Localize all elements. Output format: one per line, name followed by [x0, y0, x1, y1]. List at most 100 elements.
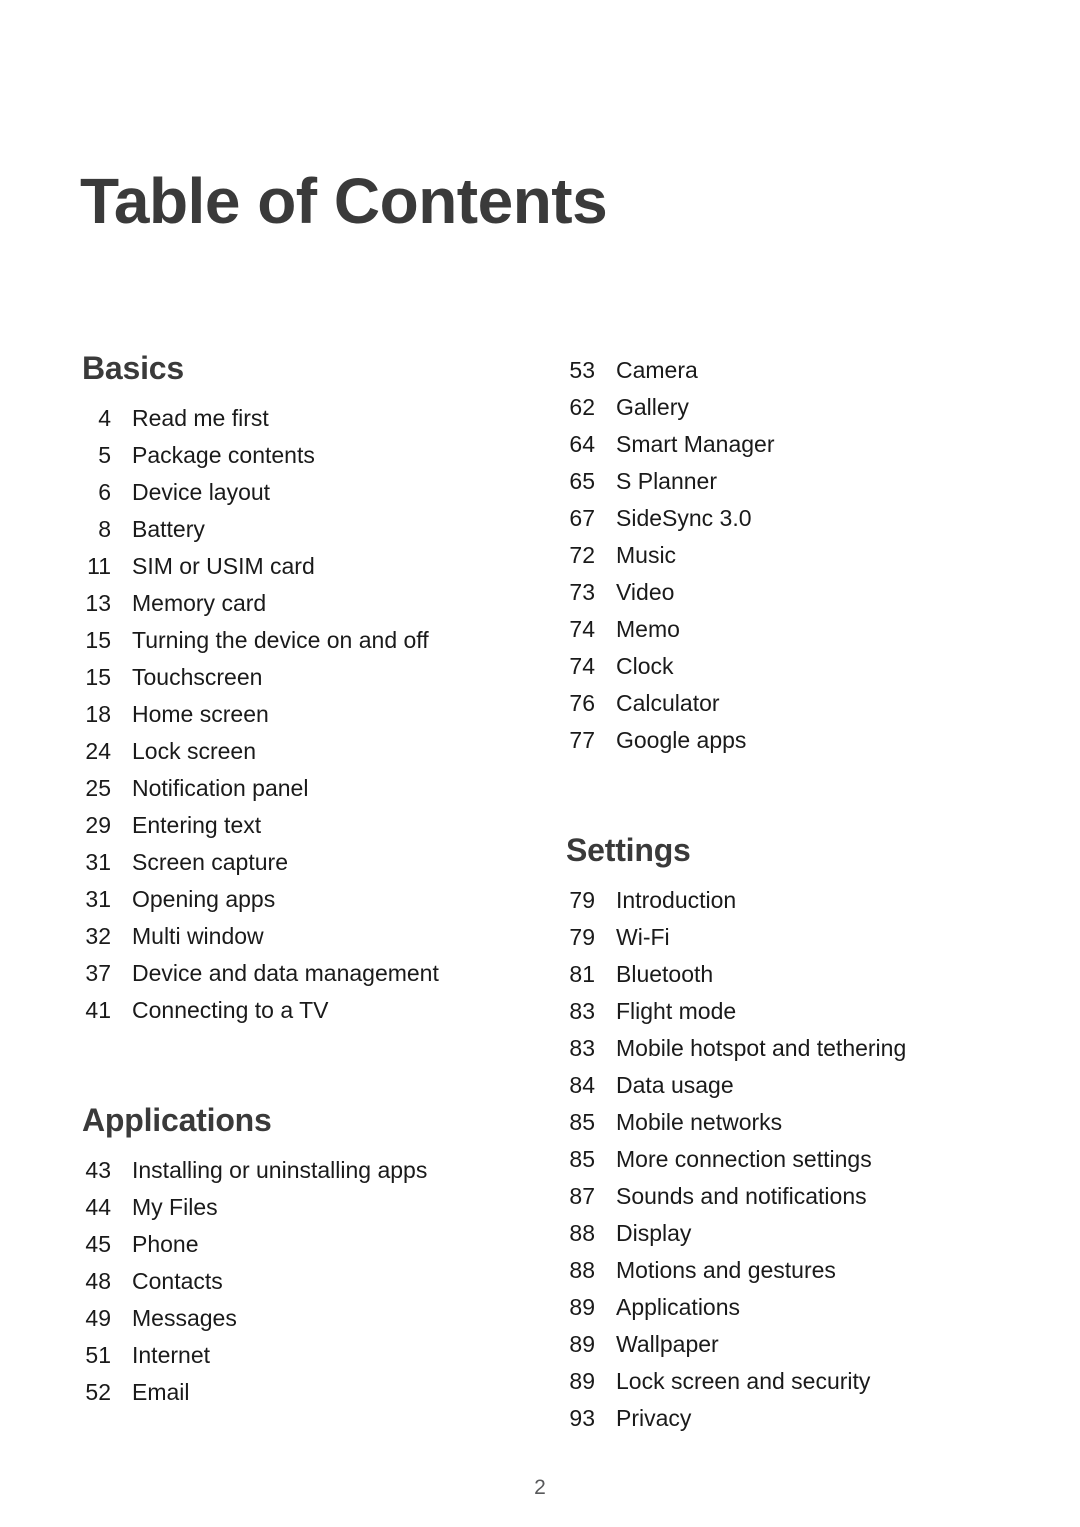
toc-entry-title: Display: [616, 1220, 692, 1246]
toc-entry[interactable]: 31 Opening apps: [82, 881, 522, 918]
toc-entry-title: Lock screen and security: [616, 1368, 871, 1394]
toc-entry[interactable]: 45 Phone: [82, 1226, 522, 1263]
toc-entry-title: Read me first: [132, 405, 269, 431]
toc-entry-title: SIM or USIM card: [132, 553, 315, 579]
toc-entry[interactable]: 15 Touchscreen: [82, 659, 522, 696]
toc-entry-page-number: 74: [569, 653, 595, 679]
toc-entry[interactable]: 15 Turning the device on and off: [82, 622, 522, 659]
toc-entry-page-number: 15: [85, 627, 111, 653]
toc-entry-title: Sounds and notifications: [616, 1183, 867, 1209]
toc-entry-title: Touchscreen: [132, 664, 263, 690]
toc-entry[interactable]: 79 Introduction: [566, 882, 1006, 919]
toc-entry-title: More connection settings: [616, 1146, 872, 1172]
toc-entry-title: Home screen: [132, 701, 269, 727]
toc-entry-page-number: 77: [569, 727, 595, 753]
section-heading-applications[interactable]: Applications: [82, 1104, 522, 1144]
toc-entry-title: Google apps: [616, 727, 747, 753]
toc-entry-title: Bluetooth: [616, 961, 714, 987]
toc-entry-page-number: 74: [569, 616, 595, 642]
toc-entry-page-number: 51: [85, 1342, 111, 1368]
toc-entry-page-number: 43: [85, 1157, 111, 1183]
toc-entry-page-number: 88: [569, 1257, 595, 1283]
toc-entry-title: Wi-Fi: [616, 924, 670, 950]
section-heading-basics[interactable]: Basics: [82, 352, 522, 392]
toc-entry[interactable]: 32 Multi window: [82, 918, 522, 955]
toc-entry[interactable]: 89 Applications: [566, 1289, 1006, 1326]
toc-entry[interactable]: 41 Connecting to a TV: [82, 992, 522, 1029]
toc-entry-title: Clock: [616, 653, 674, 679]
toc-entry-title: Mobile networks: [616, 1109, 783, 1135]
toc-entry[interactable]: 18 Home screen: [82, 696, 522, 733]
toc-entry-title: Smart Manager: [616, 431, 775, 457]
toc-entry[interactable]: 83 Mobile hotspot and tethering: [566, 1030, 1006, 1067]
toc-entry-title: Package contents: [132, 442, 315, 468]
toc-entry[interactable]: 81 Bluetooth: [566, 956, 1006, 993]
section-heading-settings[interactable]: Settings: [566, 834, 1006, 874]
toc-entry-title: Turning the device on and off: [132, 627, 429, 653]
toc-entry-page-number: 49: [85, 1305, 111, 1331]
toc-entry-page-number: 31: [85, 849, 111, 875]
toc-entry[interactable]: 49 Messages: [82, 1300, 522, 1337]
toc-entry-page-number: 8: [98, 516, 111, 542]
page-number: 2: [534, 1476, 546, 1499]
toc-entry[interactable]: 5 Package contents: [82, 437, 522, 474]
toc-entry[interactable]: 89 Lock screen and security: [566, 1363, 1006, 1400]
toc-entry[interactable]: 85 More connection settings: [566, 1141, 1006, 1178]
toc-entry[interactable]: 29 Entering text: [82, 807, 522, 844]
toc-entry[interactable]: 79 Wi-Fi: [566, 919, 1006, 956]
toc-entry[interactable]: 25 Notification panel: [82, 770, 522, 807]
toc-entry[interactable]: 72 Music: [566, 537, 1006, 574]
toc-entry-title: Camera: [616, 357, 698, 383]
toc-entry[interactable]: 13 Memory card: [82, 585, 522, 622]
toc-entry[interactable]: 31 Screen capture: [82, 844, 522, 881]
toc-entry[interactable]: 83 Flight mode: [566, 993, 1006, 1030]
toc-entry-page-number: 83: [569, 998, 595, 1024]
toc-entry[interactable]: 88 Display: [566, 1215, 1006, 1252]
toc-section-applications: Applications 43 Installing or uninstalling…: [82, 1104, 522, 1411]
toc-entry[interactable]: 37 Device and data management: [82, 955, 522, 992]
toc-entry[interactable]: 24 Lock screen: [82, 733, 522, 770]
toc-entry-page-number: 25: [85, 775, 111, 801]
toc-entry[interactable]: 88 Motions and gestures: [566, 1252, 1006, 1289]
toc-entry[interactable]: 48 Contacts: [82, 1263, 522, 1300]
toc-entry[interactable]: 64 Smart Manager: [566, 426, 1006, 463]
toc-entry-page-number: 13: [85, 590, 111, 616]
toc-column-right: 53 Camera 62 Gallery 64 Smart Manager 65 S Plan…: [566, 352, 1006, 1437]
toc-entry-page-number: 79: [569, 924, 595, 950]
toc-entry[interactable]: 73 Video: [566, 574, 1006, 611]
toc-entry[interactable]: 53 Camera: [566, 352, 1006, 389]
toc-entry[interactable]: 65 S Planner: [566, 463, 1006, 500]
toc-entry[interactable]: 44 My Files: [82, 1189, 522, 1226]
toc-entry[interactable]: 89 Wallpaper: [566, 1326, 1006, 1363]
toc-entry-title: Introduction: [616, 887, 737, 913]
toc-entry[interactable]: 76 Calculator: [566, 685, 1006, 722]
toc-entry-title: Notification panel: [132, 775, 309, 801]
toc-entry[interactable]: 67 SideSync 3.0: [566, 500, 1006, 537]
toc-entry[interactable]: 84 Data usage: [566, 1067, 1006, 1104]
toc-entry[interactable]: 52 Email: [82, 1374, 522, 1411]
toc-entry[interactable]: 43 Installing or uninstalling apps: [82, 1152, 522, 1189]
toc-entry[interactable]: 87 Sounds and notifications: [566, 1178, 1006, 1215]
toc-entry[interactable]: 93 Privacy: [566, 1400, 1006, 1437]
toc-entry[interactable]: 62 Gallery: [566, 389, 1006, 426]
toc-entry-page-number: 44: [85, 1194, 111, 1220]
toc-entry[interactable]: 4 Read me first: [82, 400, 522, 437]
toc-entry-title: Lock screen: [132, 738, 257, 764]
toc-entry[interactable]: 74 Memo: [566, 611, 1006, 648]
toc-entry[interactable]: 77 Google apps: [566, 722, 1006, 759]
toc-entry-list: 53 Camera 62 Gallery 64 Smart Manager 65 S Plan…: [566, 352, 1006, 759]
toc-entry-title: My Files: [132, 1194, 218, 1220]
toc-entry-title: SideSync 3.0: [616, 505, 752, 531]
toc-section-continued: 53 Camera 62 Gallery 64 Smart Manager 65 S Plan…: [566, 352, 1006, 759]
toc-entry[interactable]: 6 Device layout: [82, 474, 522, 511]
toc-entry[interactable]: 51 Internet: [82, 1337, 522, 1374]
toc-entry[interactable]: 11 SIM or USIM card: [82, 548, 522, 585]
toc-entry-page-number: 81: [569, 961, 595, 987]
toc-entry-list: 4 Read me first 5 Package contents 6 Device l…: [82, 400, 522, 1029]
toc-entry[interactable]: 74 Clock: [566, 648, 1006, 685]
toc-entry[interactable]: 85 Mobile networks: [566, 1104, 1006, 1141]
toc-entry[interactable]: 8 Battery: [82, 511, 522, 548]
toc-entry-page-number: 89: [569, 1294, 595, 1320]
toc-entry-title: Multi window: [132, 923, 264, 949]
toc-entry-title: Entering text: [132, 812, 262, 838]
